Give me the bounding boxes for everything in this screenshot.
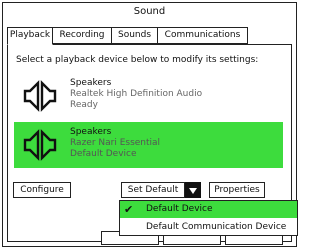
- configure-button[interactable]: Configure: [13, 182, 71, 198]
- properties-button[interactable]: Properties: [209, 182, 265, 198]
- device-status: Default Device: [70, 149, 137, 159]
- menu-item-label: Default Communication Device: [146, 222, 287, 232]
- device-name: Speakers: [70, 127, 112, 137]
- device-name: Speakers: [70, 78, 112, 88]
- tab-playback[interactable]: Playback: [7, 27, 53, 45]
- tab-recording[interactable]: Recording: [52, 27, 112, 44]
- menu-item-default-communication-device[interactable]: Default Communication Device: [120, 219, 297, 236]
- device-description: Razer Nari Essential: [70, 138, 161, 148]
- set-default-button[interactable]: Set Default: [121, 182, 185, 198]
- device-row-realtek[interactable]: Speakers Realtek High Definition Audio R…: [14, 73, 283, 119]
- check-icon: ✔: [124, 203, 134, 216]
- set-default-dropdown-menu: ✔ Default Device Default Communication D…: [119, 200, 298, 236]
- menu-item-label: Default Device: [146, 204, 213, 214]
- instruction-text: Select a playback device below to modify…: [16, 55, 259, 65]
- device-status: Ready: [70, 100, 98, 110]
- speaker-icon: [23, 80, 57, 112]
- chevron-down-icon[interactable]: [185, 182, 201, 198]
- tab-sounds[interactable]: Sounds: [111, 27, 158, 44]
- speaker-icon: [23, 129, 57, 161]
- menu-item-default-device[interactable]: ✔ Default Device: [120, 201, 297, 218]
- device-row-razer[interactable]: Speakers Razer Nari Essential Default De…: [14, 122, 283, 168]
- tab-communications[interactable]: Communications: [157, 27, 248, 44]
- device-description: Realtek High Definition Audio: [70, 89, 203, 99]
- window-title: Sound: [133, 6, 166, 17]
